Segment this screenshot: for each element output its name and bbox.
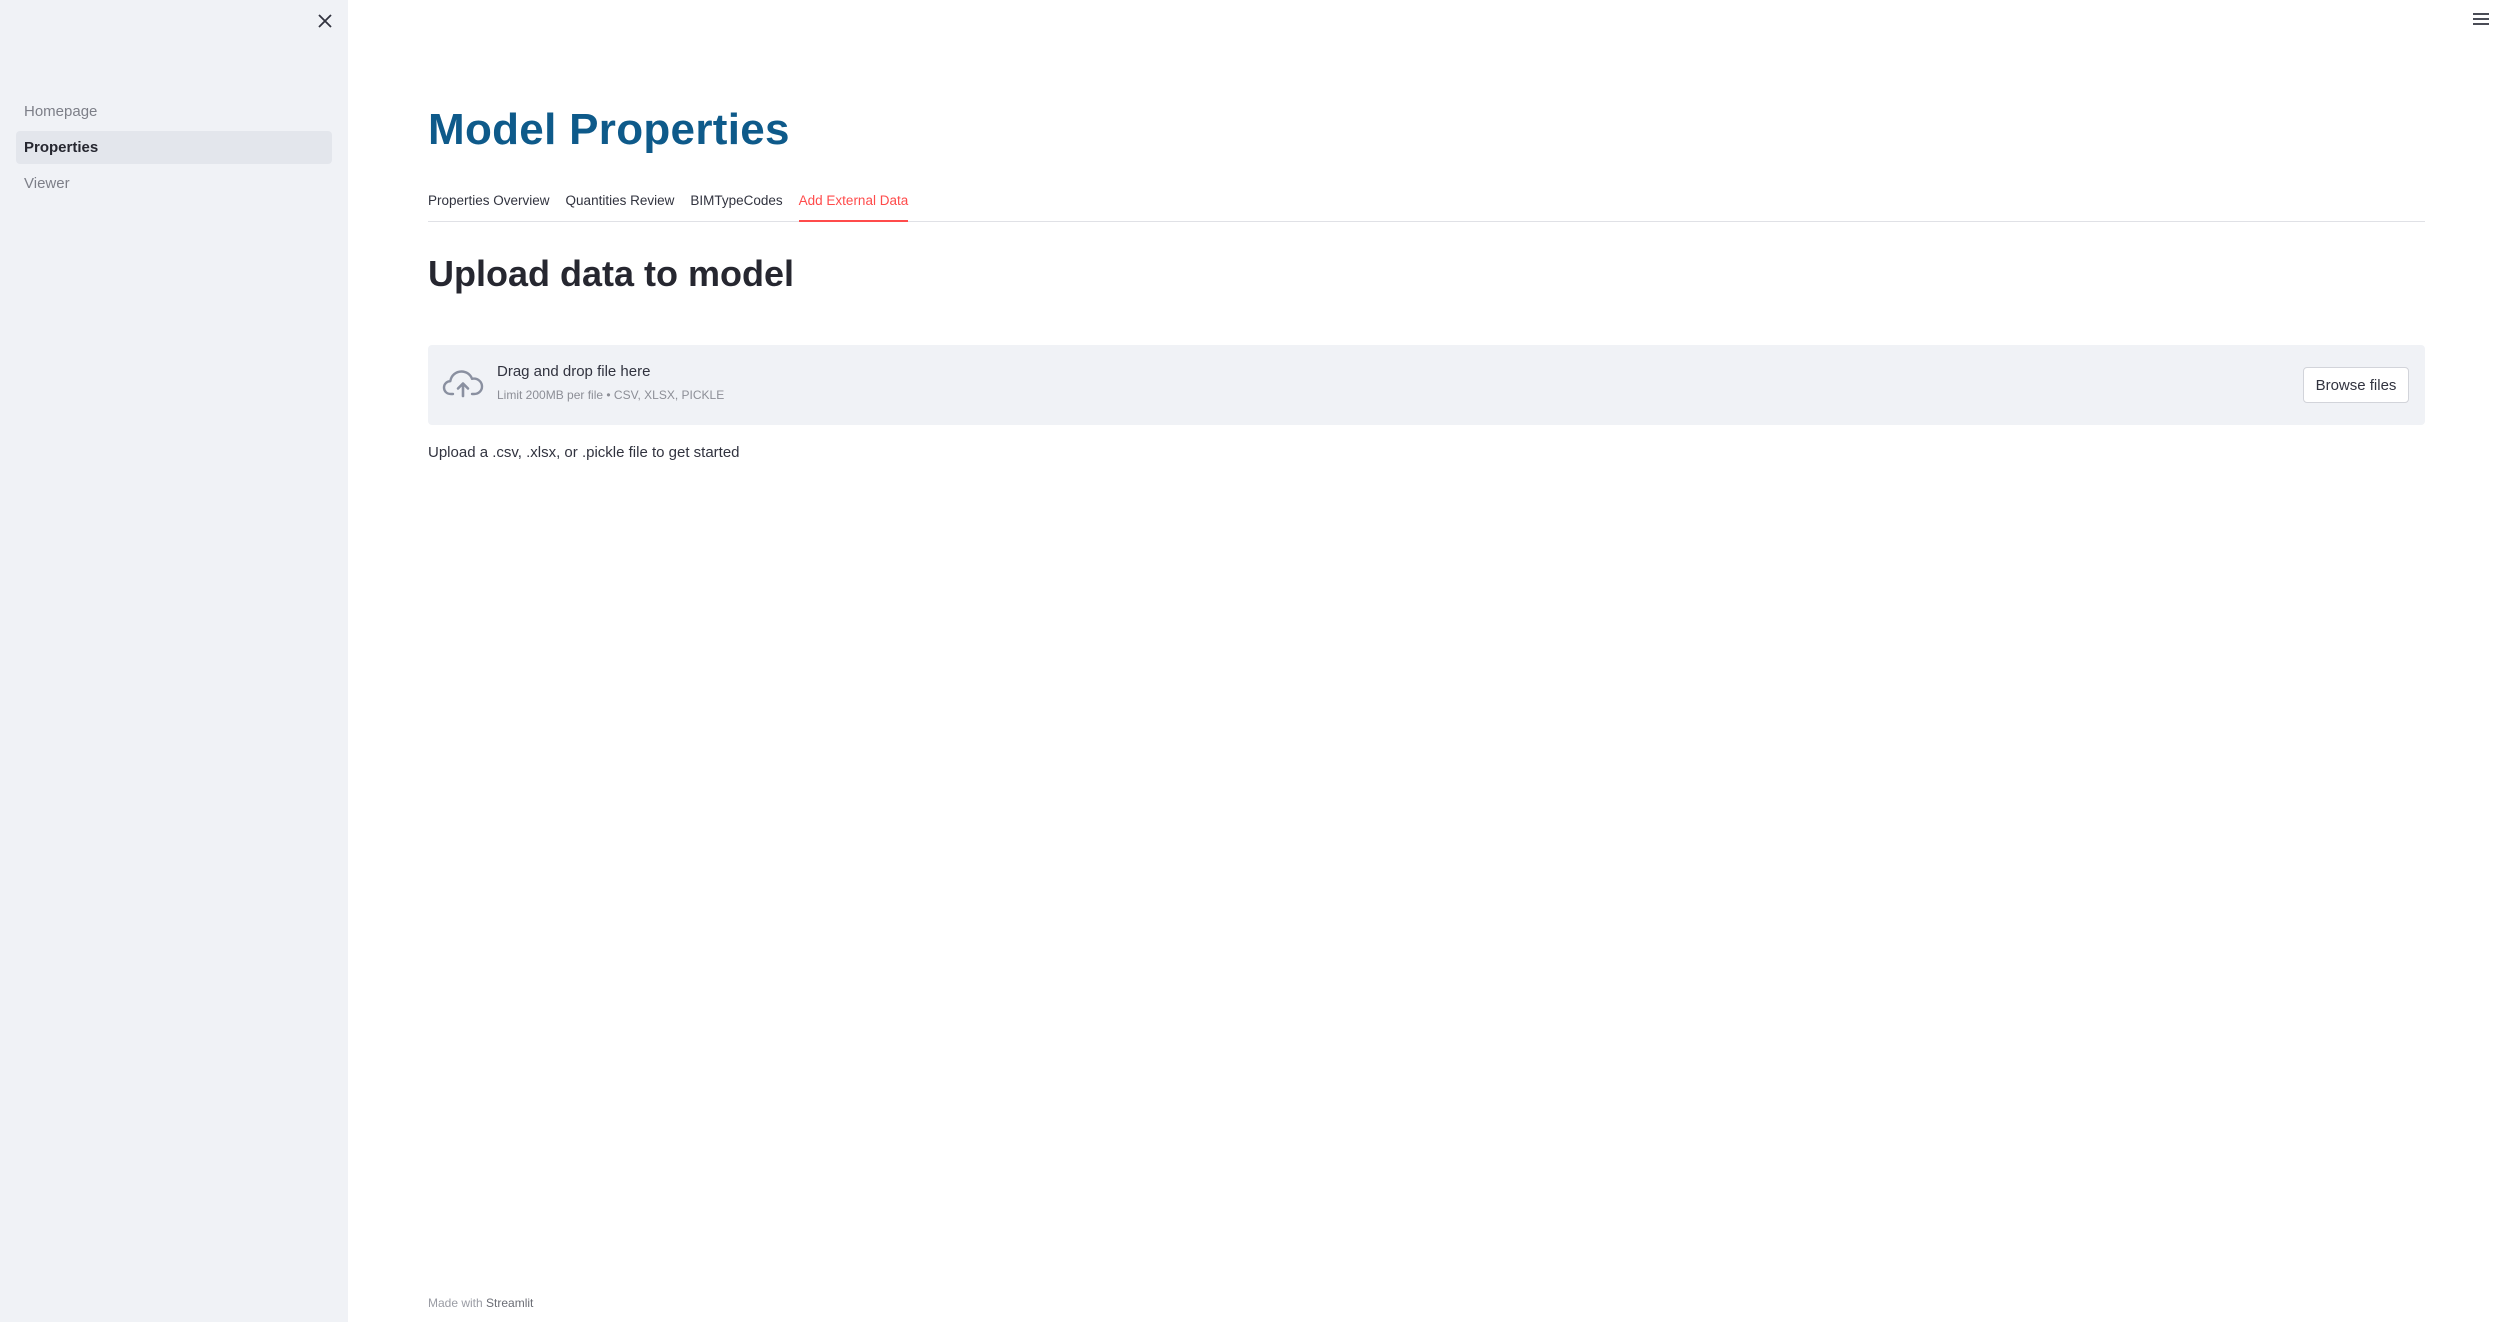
tab-quantities-review[interactable]: Quantities Review — [566, 186, 675, 222]
footer-brand-link[interactable]: Streamlit — [486, 1296, 533, 1310]
close-sidebar-button[interactable] — [310, 8, 340, 38]
tab-label: Add External Data — [798, 193, 909, 208]
page-title: Model Properties — [428, 105, 790, 154]
footer-prefix: Made with — [428, 1296, 483, 1310]
dropzone-text: Drag and drop file here Limit 200MB per … — [497, 363, 724, 402]
hamburger-menu-icon — [2472, 12, 2490, 31]
upload-info-text: Upload a .csv, .xlsx, or .pickle file to… — [428, 444, 740, 461]
sidebar-item-properties[interactable]: Properties — [16, 131, 332, 164]
tab-label: BIMTypeCodes — [690, 193, 783, 208]
cloud-upload-icon — [442, 365, 484, 401]
tab-bar: Properties Overview Quantities Review BI… — [428, 186, 2425, 222]
tab-label: Properties Overview — [428, 193, 550, 208]
tab-properties-overview[interactable]: Properties Overview — [428, 186, 550, 222]
sidebar-item-label: Homepage — [24, 103, 98, 120]
dropzone-limit-text: Limit 200MB per file • CSV, XLSX, PICKLE — [497, 388, 725, 402]
sidebar-item-viewer[interactable]: Viewer — [16, 167, 332, 200]
section-title: Upload data to model — [428, 253, 795, 294]
sidebar-item-label: Viewer — [24, 175, 70, 192]
main-content: Model Properties Properties Overview Qua… — [428, 0, 2425, 1322]
sidebar-nav: Homepage Properties Viewer — [16, 95, 332, 203]
tab-add-external-data[interactable]: Add External Data — [798, 186, 909, 222]
app-root: Homepage Properties Viewer Model Propert… — [0, 0, 2501, 1322]
close-icon — [317, 13, 333, 34]
main-menu-button[interactable] — [2466, 6, 2496, 36]
dropzone-title: Drag and drop file here — [497, 363, 651, 380]
sidebar-item-homepage[interactable]: Homepage — [16, 95, 332, 128]
tab-label: Quantities Review — [565, 193, 675, 208]
browse-files-button[interactable]: Browse files — [2303, 367, 2409, 403]
footer: Made with Streamlit — [428, 1296, 533, 1310]
file-dropzone[interactable]: Drag and drop file here Limit 200MB per … — [428, 345, 2425, 425]
sidebar-item-label: Properties — [24, 139, 99, 156]
tab-bimtypecodes[interactable]: BIMTypeCodes — [690, 186, 782, 222]
sidebar: Homepage Properties Viewer — [0, 0, 348, 1322]
